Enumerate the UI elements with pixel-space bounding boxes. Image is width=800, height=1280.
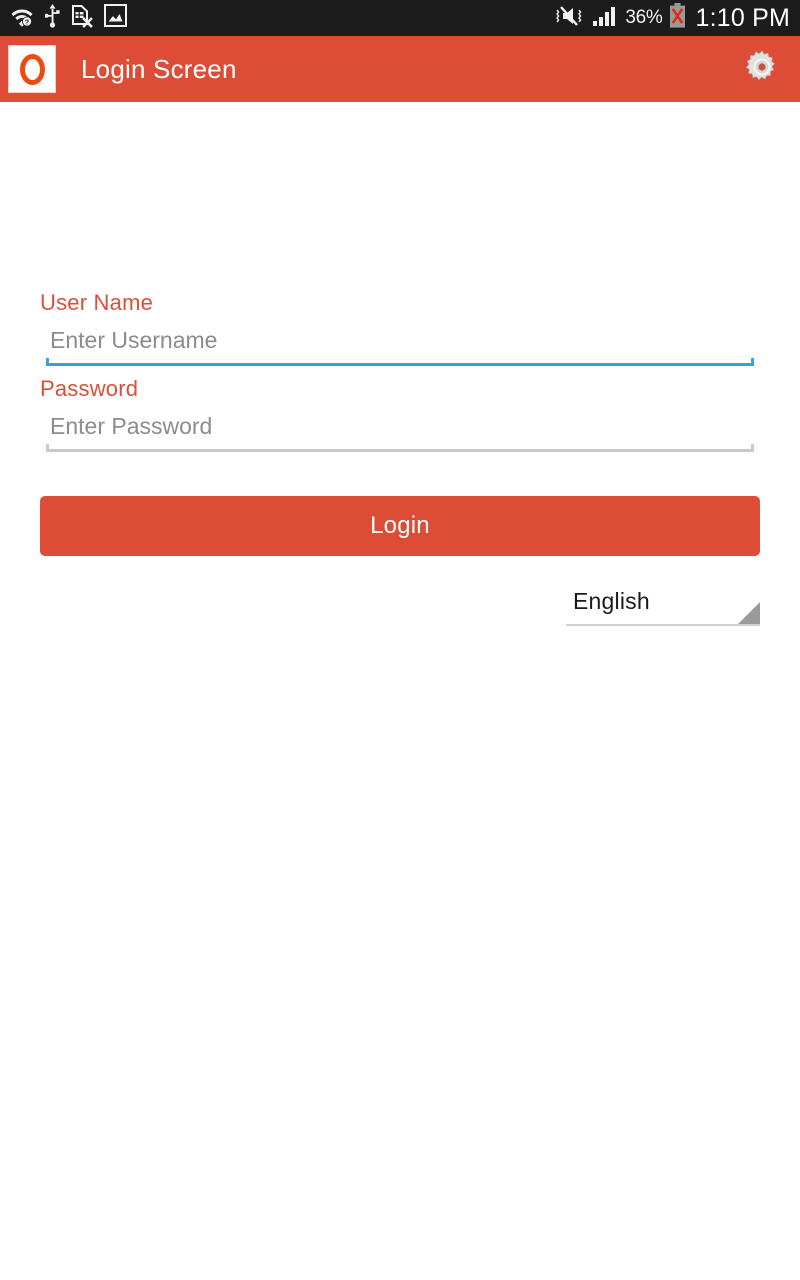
sim-missing-icon bbox=[71, 4, 93, 33]
password-label: Password bbox=[40, 376, 139, 401]
username-underline bbox=[46, 358, 754, 366]
username-input-wrapper[interactable] bbox=[40, 320, 760, 366]
battery-error-icon bbox=[669, 3, 686, 33]
username-label: User Name bbox=[40, 290, 154, 315]
password-input-wrapper[interactable] bbox=[40, 406, 760, 452]
username-input[interactable] bbox=[40, 320, 760, 360]
svg-text:?: ? bbox=[25, 19, 29, 26]
usb-icon bbox=[44, 3, 60, 33]
gear-icon bbox=[743, 48, 781, 91]
status-bar-right-icons: 36% 1:10 PM bbox=[555, 3, 790, 33]
app-bar: Login Screen bbox=[0, 36, 800, 102]
chevron-down-icon bbox=[738, 602, 760, 624]
logo-ring-icon bbox=[19, 53, 45, 85]
screenshot-icon bbox=[104, 4, 127, 32]
page-title: Login Screen bbox=[81, 53, 237, 84]
mute-vibrate-icon bbox=[555, 5, 585, 32]
status-bar[interactable]: ? 36% 1:10 PM bbox=[0, 0, 800, 36]
battery-percent-label: 36% bbox=[625, 7, 663, 28]
status-bar-left-icons: ? bbox=[10, 3, 127, 33]
app-logo-icon bbox=[8, 45, 56, 93]
login-button[interactable]: Login bbox=[40, 496, 760, 556]
language-spinner-underline bbox=[566, 624, 760, 626]
wifi-question-icon: ? bbox=[10, 5, 34, 32]
password-underline bbox=[46, 444, 754, 452]
status-bar-clock: 1:10 PM bbox=[695, 3, 790, 32]
login-form: User Name Password Login English bbox=[0, 102, 800, 1280]
settings-button[interactable] bbox=[740, 47, 784, 91]
language-spinner[interactable]: English bbox=[566, 586, 760, 626]
signal-bars-icon bbox=[592, 5, 618, 32]
language-selected-value: English bbox=[573, 588, 650, 614]
password-input[interactable] bbox=[40, 406, 760, 446]
